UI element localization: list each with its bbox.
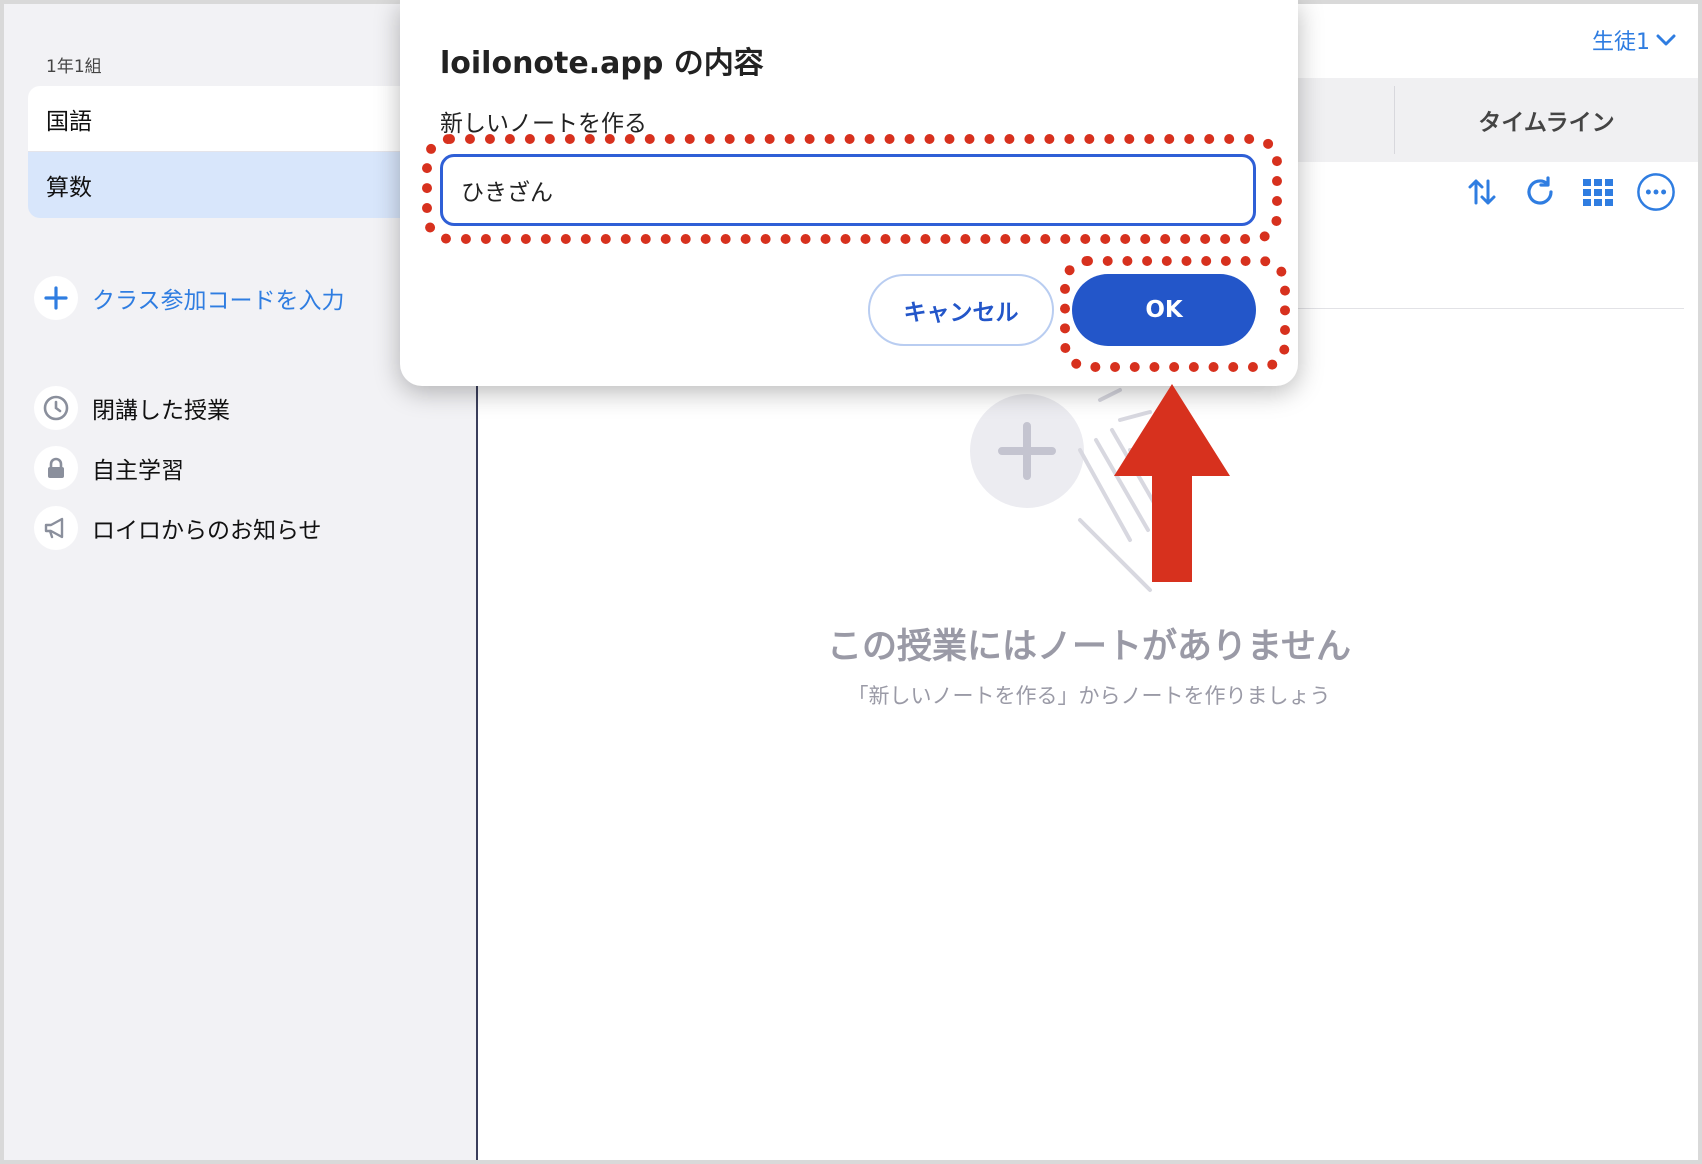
- nav-item-label: ロイロからのお知らせ: [92, 518, 322, 544]
- chevron-down-icon: [1656, 28, 1676, 53]
- dialog-title: loilonote.app の内容: [440, 46, 764, 81]
- join-class-code-label: クラス参加コードを入力: [92, 288, 345, 314]
- note-name-input[interactable]: [440, 154, 1256, 226]
- tab-timeline[interactable]: タイムライン: [1395, 78, 1698, 162]
- user-menu-button[interactable]: 生徒1: [1592, 24, 1676, 56]
- sort-icon[interactable]: [1462, 172, 1502, 212]
- nav-item-self-study[interactable]: 自主学習: [34, 446, 184, 490]
- prompt-dialog: loilonote.app の内容 新しいノートを作る キャンセル OK: [400, 0, 1298, 386]
- dialog-message: 新しいノートを作る: [440, 111, 647, 137]
- clock-icon: [34, 386, 78, 430]
- nav-item-closed-classes[interactable]: 閉講した授業: [34, 386, 230, 430]
- empty-state-title: この授業にはノートがありません: [827, 627, 1351, 667]
- nav-item-label: 自主学習: [92, 458, 184, 484]
- ok-button[interactable]: OK: [1072, 274, 1256, 346]
- user-label: 生徒1: [1592, 30, 1650, 55]
- subject-label: 算数: [46, 175, 92, 201]
- nav-item-label: 閉講した授業: [92, 398, 230, 424]
- more-options-icon[interactable]: [1636, 172, 1676, 212]
- megaphone-icon: [34, 506, 78, 550]
- class-name: 1年1組: [46, 57, 102, 77]
- hand-tap-icon: [1078, 388, 1166, 592]
- lock-icon: [34, 446, 78, 490]
- nav-item-announcements[interactable]: ロイロからのお知らせ: [34, 506, 322, 550]
- empty-state-subtitle: 「新しいノートを作る」からノートを作りましょう: [847, 684, 1331, 708]
- cancel-button[interactable]: キャンセル: [868, 274, 1054, 346]
- toolbar: [1462, 172, 1676, 212]
- subject-label: 国語: [46, 108, 92, 135]
- refresh-icon[interactable]: [1520, 172, 1560, 212]
- join-class-code-button[interactable]: クラス参加コードを入力: [34, 276, 345, 320]
- plus-icon: [34, 276, 78, 320]
- grid-icon[interactable]: [1578, 172, 1618, 212]
